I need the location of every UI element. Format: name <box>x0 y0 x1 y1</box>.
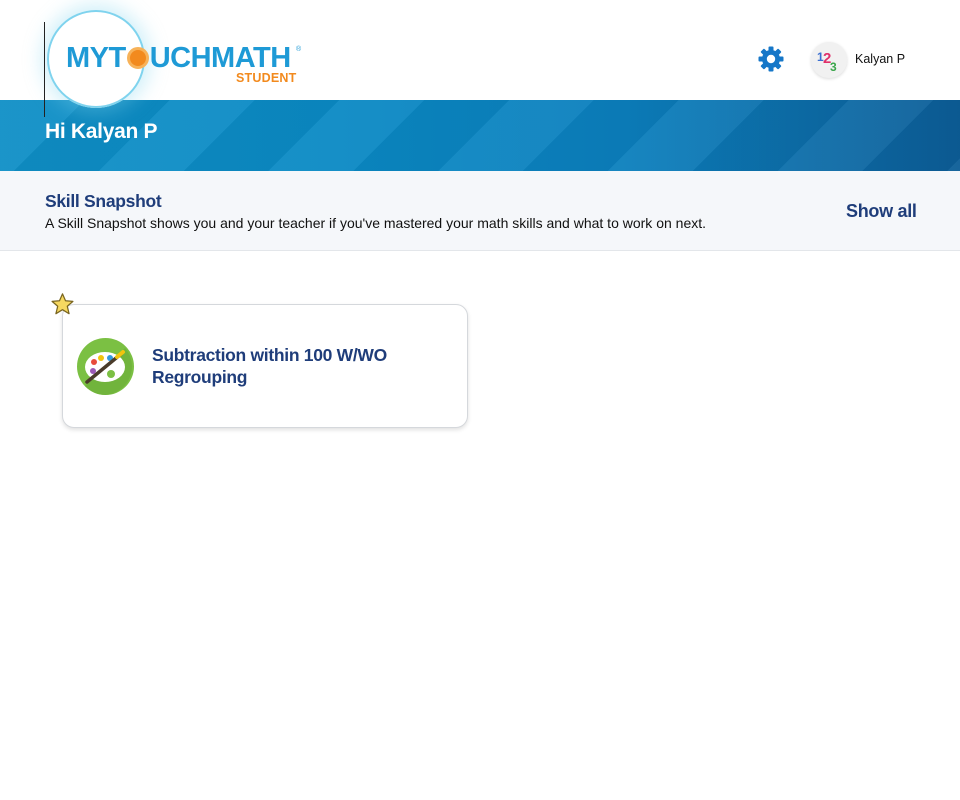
logo-text-part-1: MYT <box>66 42 126 74</box>
logo-subtitle: STUDENT <box>236 71 297 85</box>
palette-icon <box>77 338 134 395</box>
123-avatar-icon[interactable]: 1 2 3 <box>811 42 847 78</box>
logo-registered-mark: ® <box>296 46 302 53</box>
logo-divider <box>44 22 45 117</box>
skill-card-title: Subtraction within 100 W/WO Regrouping <box>152 345 387 387</box>
logo-text-part-2: UCHMATH <box>149 42 291 74</box>
svg-text:3: 3 <box>830 60 837 74</box>
show-all-link[interactable]: Show all <box>846 201 917 222</box>
logo-o-icon <box>126 47 149 69</box>
skill-snapshot-description: A Skill Snapshot shows you and your teac… <box>45 215 707 231</box>
logo-wordmark[interactable]: MYT UCHMATH <box>66 44 291 73</box>
user-name[interactable]: Kalyan P <box>855 52 905 66</box>
skill-snapshot-title: Skill Snapshot <box>45 191 162 211</box>
star-icon <box>51 293 74 315</box>
greeting-text: Hi Kalyan P <box>45 120 158 143</box>
gear-icon[interactable] <box>756 44 786 74</box>
